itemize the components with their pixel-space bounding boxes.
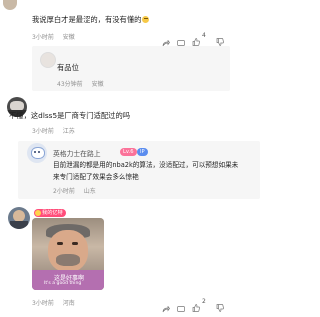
reply-time: 43分钟前: [57, 81, 83, 88]
like-icon[interactable]: [192, 31, 200, 46]
reply-time: 2小时前: [53, 188, 75, 195]
comment-location: 安徽: [62, 34, 75, 41]
reply-avatar[interactable]: [27, 143, 47, 163]
comment-text: 不懂，这dlss5是厂商专门适配过的吗: [9, 111, 131, 120]
reply-text-line1: 目前泄漏的都是用的nba2k的算法，没适配过，可以预想如果未: [53, 161, 239, 169]
like-count: 4: [202, 32, 206, 39]
reply-location: 安徽: [91, 81, 104, 88]
avatar[interactable]: [8, 207, 30, 229]
reply-meta: 2小时前 山东: [53, 186, 96, 195]
dislike-icon[interactable]: [216, 297, 224, 312]
reply-avatar[interactable]: [40, 52, 56, 68]
level-badge: Lv.6: [120, 148, 137, 156]
reply-meta: 43分钟前 安徽: [57, 79, 104, 88]
comment-meta: 3小时前 河南: [32, 298, 75, 307]
comment-time: 3小时前: [32, 34, 54, 41]
comment-meta: 3小时前 安徽: [32, 32, 75, 41]
ip-badge: IP: [137, 148, 148, 156]
reply-location: 山东: [83, 188, 96, 195]
comment-icon[interactable]: [177, 298, 185, 312]
avatar[interactable]: [3, 0, 17, 10]
comment-time: 3小时前: [32, 128, 54, 135]
smile-emoji-icon: [142, 16, 150, 23]
comment-meta: 3小时前 江苏: [32, 126, 75, 135]
like-icon[interactable]: [192, 297, 200, 312]
comment-text: 我说厚白才是最涩的，有没有懂的: [32, 15, 150, 25]
reaction-image[interactable]: 这是好事啊 It's a good thing: [32, 218, 104, 290]
badge-icon: [35, 210, 41, 216]
dislike-icon[interactable]: [216, 31, 224, 46]
comment-icon[interactable]: [177, 32, 185, 46]
reply-text: 有品位: [57, 63, 79, 72]
reply-username[interactable]: 英格力士在路上: [53, 148, 101, 158]
share-icon[interactable]: [162, 298, 170, 313]
comment-location: 江苏: [62, 128, 75, 135]
reply-text-line2: 来专门适配了效果会多么惊艳: [53, 173, 139, 181]
comment-time: 3小时前: [32, 300, 54, 307]
like-count: 2: [202, 298, 206, 305]
image-caption-en: It's a good thing: [44, 281, 82, 286]
share-icon[interactable]: [162, 32, 170, 47]
comment-location: 河南: [62, 300, 75, 307]
